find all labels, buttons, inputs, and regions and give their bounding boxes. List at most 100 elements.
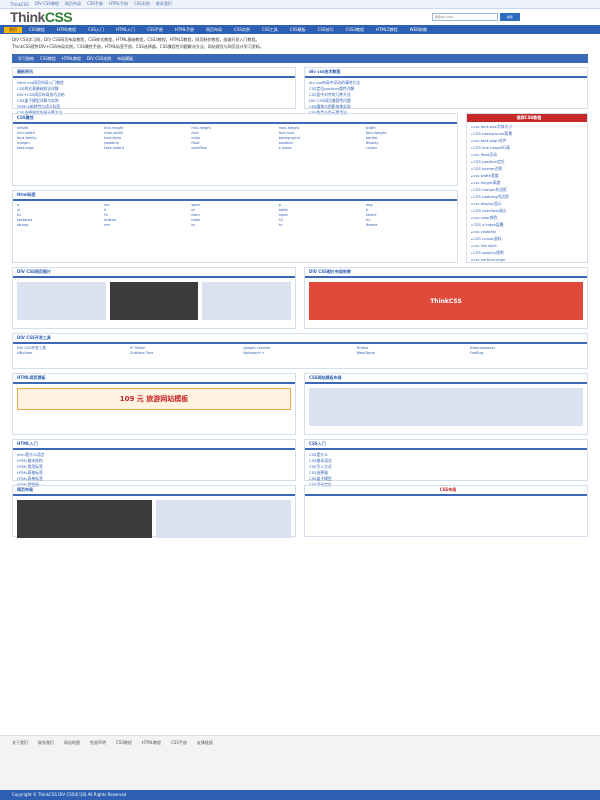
tools-title: DIV CSS开发工具 (13, 334, 587, 344)
layout-panel-2: CSS布局 (304, 485, 588, 537)
footer-link[interactable]: 友情链接 (197, 740, 213, 746)
templates-caption: CSS网站模板布局 (305, 374, 587, 384)
nav-item[interactable]: CSS手册 (142, 27, 168, 33)
footer-link[interactable]: CSS教程 (116, 740, 132, 746)
sidebar-link[interactable]: CSS z-index层叠 (471, 222, 583, 229)
css-prop-link[interactable]: text-align (17, 146, 104, 151)
css-prop-link[interactable]: text-indent (104, 146, 191, 151)
tool-link[interactable]: Notepad++ (243, 351, 356, 356)
subnav-item[interactable]: HTML教程 (62, 56, 81, 62)
template-promo[interactable]: 109 元 旅游网站模板 (17, 388, 291, 410)
news-title: 最新资讯 (13, 68, 295, 78)
example-thumb-3[interactable] (202, 282, 292, 320)
css-prop-link[interactable]: z-index (279, 146, 366, 151)
footer-link[interactable]: CSS手册 (171, 740, 187, 746)
sub-nav: 学习指南 CSS教程 HTML教程 DIV CSS实例 布局模板 (12, 54, 588, 63)
sidebar-link[interactable]: css display显示 (471, 201, 583, 208)
sidebar-link[interactable]: CSS margin外边距 (471, 187, 583, 194)
nav-item[interactable]: CSS工具 (257, 27, 283, 33)
tool-link[interactable]: WebStorm (357, 351, 470, 356)
nav-item[interactable]: CSS3教程 (341, 27, 369, 33)
tool-link[interactable]: FireBug (470, 351, 583, 356)
nav-item[interactable]: CSS教程 (24, 27, 50, 33)
sidebar-link[interactable]: css vertical-align (471, 257, 583, 264)
example-banner[interactable]: ThinkCSS (309, 282, 583, 320)
top-link[interactable]: 网页布局 (65, 1, 81, 7)
search-box: 搜索 (432, 13, 520, 21)
css-prop-link[interactable]: overflow (191, 146, 278, 151)
layout-thumb-2[interactable] (156, 500, 291, 538)
footer-link[interactable]: 联系我们 (38, 740, 54, 746)
footer-link[interactable]: HTML教程 (142, 740, 161, 746)
nav-item[interactable]: CSS技巧 (313, 27, 339, 33)
template-thumb[interactable] (309, 388, 583, 426)
tools-panel: DIV CSS开发工具 DIV CSS开发工具 IE Tester google c… (12, 333, 588, 369)
sidebar-link[interactable]: css visibility (471, 229, 583, 236)
footer-bar: Copyright © ThinkCSS DIV CSS学习网 All Righ… (0, 790, 600, 800)
html-tag-link[interactable]: em (104, 223, 191, 228)
sidebar-link[interactable]: CSS line-height行高 (471, 145, 583, 152)
footer-link[interactable]: 免责声明 (90, 740, 106, 746)
nav-item[interactable]: CSS入门 (83, 27, 109, 33)
nav-item[interactable]: CSS实例 (229, 27, 255, 33)
logo-accent: CSS (44, 9, 73, 25)
example-thumb-2[interactable] (109, 282, 199, 320)
search-input[interactable] (432, 13, 498, 21)
css-intro-panel: CSS入门 CSS是什么 CSS基本语法 CSS引入方式 CSS选择器 CSS盒子模型 C… (304, 439, 588, 487)
examples-panel: DIV CSS网页图片 (12, 267, 296, 329)
layout-thumb-1[interactable] (17, 500, 152, 538)
intro-text-1: DIV CSS学习网，DIV CSS网页布局教程，CSS样式教程，HTML基础教… (12, 37, 260, 42)
nav-item[interactable]: HTML5教程 (371, 27, 403, 33)
sidebar-link[interactable]: css width宽度 (471, 173, 583, 180)
sidebar-link[interactable]: css float浮动 (471, 152, 583, 159)
sidebar-link[interactable]: css list-style (471, 243, 583, 250)
examples-caption: DIV CSS图片布局效果 (305, 268, 587, 278)
footer-link[interactable]: 网站地图 (64, 740, 80, 746)
css-prop-link[interactable]: cursor (366, 146, 453, 151)
top-bar: ThinkCSS DIV CSS教程 网页布局 CSS手册 HTML手册 CSS实例 联系我… (0, 0, 600, 9)
top-link[interactable]: CSS手册 (87, 1, 103, 7)
sidebar-link[interactable]: CSS cursor鼠标 (471, 236, 583, 243)
top-link[interactable]: CSS实例 (134, 1, 150, 7)
sidebar-link[interactable]: CSS position定位 (471, 159, 583, 166)
footer: 关于我们 联系我们 网站地图 免责声明 CSS教程 HTML教程 CSS手册 友情链接 Cop… (0, 735, 600, 800)
sidebar-link[interactable]: css color颜色 (471, 215, 583, 222)
templates-panel-2: CSS网站模板布局 (304, 373, 588, 435)
subnav-item[interactable]: DIV CSS实例 (87, 56, 111, 62)
css-props-panel: CSS属性 height line-height min-height max-hei… (12, 113, 458, 186)
nav-item[interactable]: HTML手册 (170, 27, 199, 33)
sidebar-link[interactable]: CSS border边框 (471, 166, 583, 173)
sidebar-link[interactable]: CSS padding内边距 (471, 194, 583, 201)
top-link[interactable]: HTML手册 (109, 1, 128, 7)
subnav-item[interactable]: 布局模板 (117, 56, 133, 62)
sidebar-link[interactable]: CSS opacity透明 (471, 250, 583, 257)
html-tag-link[interactable]: hr (279, 223, 366, 228)
footer-link[interactable]: 关于我们 (12, 740, 28, 746)
html-tag-link[interactable]: iframe (366, 223, 453, 228)
sidebar-link[interactable]: CSS overflow溢出 (471, 208, 583, 215)
sidebar-link[interactable]: css font-size字体大小 (471, 124, 583, 131)
nav-item[interactable]: WEB前端 (405, 27, 432, 33)
top-link[interactable]: ThinkCSS (10, 2, 29, 7)
example-thumb-1[interactable] (17, 282, 106, 320)
tool-link[interactable]: HBuilder (17, 351, 130, 356)
subnav-item[interactable]: CSS教程 (40, 56, 56, 62)
layout-table-title: CSS布局 (305, 486, 587, 496)
html-tag-link[interactable]: br (191, 223, 278, 228)
sidebar: 推荐CSS教程 css font-size字体大小CSS background背… (466, 113, 588, 263)
sidebar-link[interactable]: css text-align对齐 (471, 138, 583, 145)
nav-item[interactable]: CSS模板 (285, 27, 311, 33)
nav-item[interactable]: 网页布局 (201, 27, 227, 33)
top-link[interactable]: DIV CSS教程 (35, 1, 59, 7)
html-tag-link[interactable]: strong (17, 223, 104, 228)
sidebar-link[interactable]: CSS background背景 (471, 131, 583, 138)
nav-item[interactable]: 首页 (4, 26, 22, 33)
sidebar-link[interactable]: css height高度 (471, 180, 583, 187)
tool-link[interactable]: Sublime Text (130, 351, 243, 356)
search-button[interactable]: 搜索 (500, 13, 520, 21)
site-logo[interactable]: ThinkCSS (10, 9, 73, 25)
subnav-item[interactable]: 学习指南 (18, 56, 34, 62)
nav-item[interactable]: HTML教程 (52, 27, 81, 33)
nav-item[interactable]: HTML入门 (111, 27, 140, 33)
top-link[interactable]: 联系我们 (156, 1, 172, 7)
